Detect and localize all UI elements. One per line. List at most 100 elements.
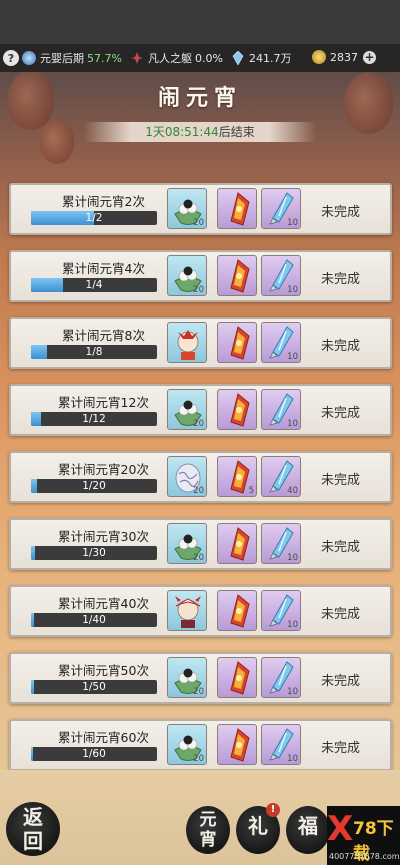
task-progress-bar: 1/4 — [31, 278, 157, 292]
task-progress-bar: 1/8 — [31, 345, 157, 359]
body-icon — [131, 52, 143, 64]
reward-count: 20 — [193, 285, 204, 295]
task-progress-bar: 1/50 — [31, 680, 157, 694]
reward-slot-lantern[interactable] — [217, 255, 257, 296]
task-status: 未完成 — [320, 473, 360, 488]
reward-slot-spirit-egg[interactable]: 20 — [167, 456, 207, 497]
body-stat[interactable]: 凡人之躯 0.0% — [130, 50, 223, 66]
event-timer: 1天08:51:44后结束 — [84, 122, 316, 142]
task-name: 累计闹元宵60次 — [58, 730, 149, 745]
reward-slot-lantern[interactable] — [217, 657, 257, 698]
task-status: 未完成 — [320, 741, 360, 756]
reward-slot-lantern[interactable] — [217, 523, 257, 564]
task-progress-text: 1/30 — [82, 547, 106, 559]
task-name: 累计闹元宵2次 — [62, 194, 145, 209]
reward-slot-sword-talisman[interactable]: 10 — [261, 322, 301, 363]
task-row: 累计闹元宵20次 1/20 20 5 40 未完成 — [9, 451, 392, 503]
tab-fortune[interactable]: 福 — [286, 806, 330, 854]
reward-slot-lantern[interactable] — [217, 322, 257, 363]
reward-count: 10 — [287, 218, 298, 228]
reward-count: 10 — [287, 285, 298, 295]
help-button[interactable]: ? — [3, 50, 19, 66]
reward-slot-sword-talisman[interactable]: 10 — [261, 188, 301, 229]
body-percent: 0.0% — [195, 51, 223, 65]
reward-slot-lantern[interactable] — [217, 389, 257, 430]
task-status: 未完成 — [320, 540, 360, 555]
task-name: 累计闹元宵8次 — [62, 328, 145, 343]
add-coin-button[interactable]: + — [363, 50, 376, 64]
reward-slot-sword-talisman[interactable]: 10 — [261, 255, 301, 296]
crystal-icon — [232, 51, 244, 65]
task-progress-text: 1/8 — [85, 346, 103, 358]
reward-slot-sword-talisman[interactable]: 10 — [261, 389, 301, 430]
reward-slot-lantern[interactable] — [217, 188, 257, 229]
watermark-site: 4007787878.com — [329, 852, 400, 861]
reward-slot-sword-talisman[interactable]: 40 — [261, 456, 301, 497]
back-button[interactable]: 返回 — [6, 802, 60, 856]
realm-orb-icon — [22, 51, 36, 65]
watermark-mark: X — [327, 809, 354, 849]
task-name: 累计闹元宵12次 — [58, 395, 149, 410]
task-progress-bar: 1/12 — [31, 412, 157, 426]
reward-slot-avatar-boy[interactable] — [167, 322, 207, 363]
reward-count: 10 — [287, 687, 298, 697]
reward-slot-sword-talisman[interactable]: 10 — [261, 590, 301, 631]
tab-label: 元宵 — [199, 810, 217, 850]
reward-slot-lantern[interactable]: 5 — [217, 456, 257, 497]
reward-slot-avatar-warrior[interactable] — [167, 590, 207, 631]
reward-count: 20 — [193, 754, 204, 764]
timer-suffix: 后结束 — [218, 125, 255, 139]
reward-count: 10 — [287, 754, 298, 764]
task-name: 累计闹元宵20次 — [58, 462, 149, 477]
task-name: 累计闹元宵4次 — [62, 261, 145, 276]
reward-slot-dumpling-bowl[interactable]: 20 — [167, 657, 207, 698]
background-lantern — [40, 120, 74, 164]
reward-slot-lantern[interactable] — [217, 724, 257, 765]
reward-slot-sword-talisman[interactable]: 10 — [261, 657, 301, 698]
reward-count: 20 — [193, 486, 204, 496]
reward-slot-dumpling-bowl[interactable]: 20 — [167, 724, 207, 765]
task-row: 累计闹元宵12次 1/12 20 10 未完成 — [9, 384, 392, 436]
coin-stat[interactable]: 2837 + — [312, 50, 376, 64]
reward-slot-dumpling-bowl[interactable]: 20 — [167, 389, 207, 430]
reward-count: 10 — [287, 419, 298, 429]
reward-count: 20 — [193, 553, 204, 563]
reward-slot-sword-talisman[interactable]: 10 — [261, 724, 301, 765]
task-progress-bar: 1/30 — [31, 546, 157, 560]
tab-yuanxiao[interactable]: 元宵 — [186, 806, 230, 854]
realm-stat[interactable]: 元婴后期 57.7% — [22, 50, 122, 66]
reward-slot-lantern[interactable] — [217, 590, 257, 631]
timer-value: 1天08:51:44 — [145, 125, 219, 139]
task-row: 累计闹元宵8次 1/8 10 未完成 — [9, 317, 392, 369]
realm-name: 元婴后期 — [40, 52, 84, 65]
site-watermark: X 78下载 4007787878.com — [327, 806, 400, 865]
realm-percent: 57.7% — [87, 51, 122, 65]
task-row: 累计闹元宵4次 1/4 20 10 未完成 — [9, 250, 392, 302]
coin-value: 2837 — [330, 50, 358, 64]
crystal-stat[interactable]: 241.7万 — [232, 50, 292, 66]
reward-slot-dumpling-bowl[interactable]: 20 — [167, 188, 207, 229]
reward-slot-dumpling-bowl[interactable]: 20 — [167, 255, 207, 296]
body-name: 凡人之躯 — [148, 52, 192, 65]
crystal-value: 241.7万 — [249, 52, 292, 65]
task-progress-bar: 1/2 — [31, 211, 157, 225]
reward-count: 5 — [248, 486, 254, 496]
task-name: 累计闹元宵50次 — [58, 663, 149, 678]
task-row: 累计闹元宵30次 1/30 20 10 未完成 — [9, 518, 392, 570]
status-bar: ? 元婴后期 57.7% 凡人之躯 0.0% 241.7万 2837 + — [0, 44, 400, 72]
reward-count: 10 — [287, 620, 298, 630]
task-progress-bar: 1/60 — [31, 747, 157, 761]
tab-label: 福 — [298, 814, 318, 838]
task-progress-bar: 1/20 — [31, 479, 157, 493]
tab-gift-badge: ! — [266, 803, 280, 817]
back-label: 返回 — [23, 805, 43, 853]
reward-count: 10 — [287, 553, 298, 563]
reward-slot-dumpling-bowl[interactable]: 20 — [167, 523, 207, 564]
task-row: 累计闹元宵40次 1/40 10 未完成 — [9, 585, 392, 637]
coin-icon — [312, 50, 326, 64]
task-status: 未完成 — [320, 205, 360, 220]
top-decorative-pattern — [0, 0, 400, 44]
task-row: 累计闹元宵2次 1/2 20 10 未完成 — [9, 183, 392, 235]
reward-slot-sword-talisman[interactable]: 10 — [261, 523, 301, 564]
reward-count: 20 — [193, 218, 204, 228]
